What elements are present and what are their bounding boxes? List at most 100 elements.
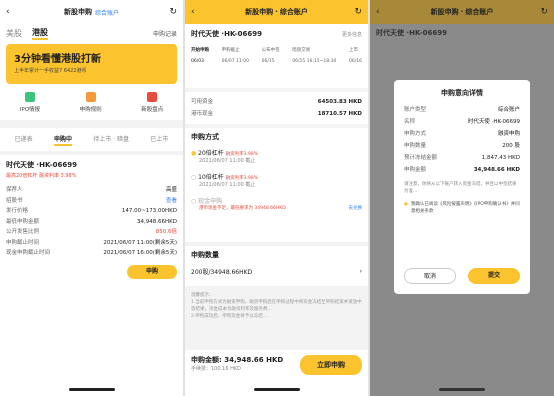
market-tabs: 美股 港股 申购记录 [6,26,177,40]
row-cash-deadline: 现金申购截止时间 2021/06/07 16:00(剩余5天) [6,248,177,259]
ipo-card[interactable]: 时代天使 ·HK-06699 最高20倍杠杆 融资利率 3.98% 保荐人 高盛 … [6,160,177,279]
note-title: 温馨提示： [191,293,214,298]
tab-listed[interactable]: 已上市 [150,134,168,146]
more-info-link[interactable]: 更多信息 [342,31,362,38]
banner-headline: 3分钟看懂港股打新 [14,54,101,65]
agree-checkbox[interactable]: ● 我确认已阅读《风险披露声明》《IPO申购确认书》并同意相关条款 [404,201,520,215]
cash-warning: 港币现金不足，最低要求为 34948.66HKD [199,206,286,211]
row-label: 发行价格 [6,208,29,214]
notes: 温馨提示： 1.当前申购方式为融资申购，融资申购后在申购过程中将资金冻结至申购结… [191,292,362,320]
prospectus-link[interactable]: 查看 [166,196,177,207]
qty-value: 200股/34948.66HKD [191,269,253,276]
option-20x[interactable]: ● 20倍杠杆 融资利率3.98% 2021/06/07 11:00 截止 [191,148,362,164]
avail-label: 可用资金 [191,99,214,105]
promo-banner[interactable]: 3分钟看懂港股打新 上半年累计一手收益7 6422港币 [6,44,177,84]
refresh-icon[interactable]: ↻ [169,7,177,17]
review-icon [147,92,158,102]
checkbox-checked-icon: ● [404,202,408,207]
tab-us[interactable]: 美股 [6,28,22,39]
refresh-icon[interactable]: ↻ [354,7,362,17]
row-value: 34,948.66HKD [137,218,177,225]
detail-rows: 保荐人 高盛 招股书 查看 发行价格 147.00~173.00HKD 最低申购金额 3… [6,185,177,259]
cancel-button[interactable]: 取消 [404,268,456,284]
page-title: 新股申购 [245,8,274,16]
refresh-icon[interactable]: ↻ [540,7,548,17]
option-cash[interactable]: ○ 现金申购 港币现金不足，最低要求为 34948.66HKD 去兑换 [191,196,362,211]
quick-icons: IPO情报 申购规则 新股盘点 [0,92,183,113]
timeline-step: 公布中签 06/15 [261,48,280,64]
hkd-label: 港币现金 [191,111,214,117]
modal-row: 预计冻结金额 1,847.43 HKD [404,155,520,161]
banner-sub: 上半年累计一手收益7 6422港币 [14,68,87,74]
radio-icon: ○ [191,174,197,181]
stock-name: 时代天使 ·HK-06699 [6,161,78,169]
page-title: 新股申购 [430,8,459,16]
page-title: 新股申购 [63,8,92,16]
account-label: 综合账户 [94,9,119,17]
row-label: 现金申购截止时间 [6,250,51,256]
modal-row: 账户类型 综合账户 [404,107,520,113]
timeline: 开始申购 06/03 申购截止 06/07 11:00 公布中签 06/15 暗盘交易… [191,47,362,64]
ipo-info-icon [24,92,35,102]
ipo-info-label: IPO情报 [19,107,41,113]
row-deadline: 申购截止时间 2021/06/07 11:00(剩余5天) [6,238,177,249]
record-link[interactable]: 申购记录 [153,29,177,38]
tab-grey[interactable]: 待上市 · 暗盘 [93,134,129,146]
review-entry[interactable]: 新股盘点 [141,92,163,113]
modal-actions: 取消 提交 [404,268,520,284]
row-price: 发行价格 147.00~173.00HKD [6,206,177,217]
option-date: 2021/06/07 11:00 截止 [199,182,256,188]
exchange-link[interactable]: 去兑换 [349,205,363,211]
phone-confirm-modal: ‹ 新股申购 · 综合账户 ↻ 时代天使 ·HK-06699 申购意向详情 账户类… [370,0,554,396]
confirm-button[interactable]: 提交 [468,268,520,284]
modal-row: 申购数量 200 股 [404,143,520,149]
stock-name: 时代天使 ·HK-06699 [376,29,448,37]
rate-tag: 融资利率 3.98% [38,173,77,179]
row-min: 最低申购金额 34,948.66HKD [6,217,177,228]
rules-icon [85,92,96,102]
modal-title: 申购意向详情 [441,89,483,97]
option-label: 20倍杠杆 [198,150,224,157]
row-label: 招股书 [6,197,23,204]
rules-label: 申购规则 [79,107,102,113]
account-label: 综合账户 [279,8,308,16]
ipo-info-entry[interactable]: IPO情报 [20,92,40,113]
row-label: 公开发售比例 [6,229,40,235]
modal-row: 申购方式 融资申购 [404,131,520,137]
qty-panel: 申购数量 200股/34948.66HKD › [185,246,368,286]
modal-rows: 账户类型 综合账户 名称 时代天使 ·HK-06699 申购方式 融资申购 申购数量 2… [404,104,520,176]
timeline-step: 暗盘交易 06/15 16:15~18:30 [292,48,337,64]
stock-header: 时代天使 ·HK-06699 更多信息 开始申购 06/03 申购截止 06/07 1… [185,24,368,88]
tab-hk[interactable]: 港股 [32,27,48,40]
option-label: 10倍杠杆 [198,174,224,181]
modal-row: 名称 时代天使 ·HK-06699 [404,119,520,125]
divider [0,151,183,155]
back-icon[interactable]: ‹ [376,7,380,17]
back-icon[interactable]: ‹ [6,7,10,17]
timeline-step: 申购截止 06/07 11:00 [221,48,249,64]
tags: 最高20倍杠杆 融资利率 3.98% [6,172,177,179]
row-label: 申购截止时间 [6,239,40,246]
rules-entry[interactable]: 申购规则 [80,92,102,113]
radio-icon: ○ [191,198,197,205]
account-label: 综合账户 [465,8,494,16]
row-value: 850.6倍 [155,229,177,235]
status-tabs: 已递表 申购中 待上市 · 暗盘 已上市 [4,134,179,146]
nav-bar: ‹ 新股申购 · 综合账户 ↻ [370,0,554,24]
timeline-step: 开始申购 06/03 [191,48,209,64]
modal-row: 申购金额 34,948.66 HKD [404,167,520,173]
tab-filed[interactable]: 已递表 [15,134,33,146]
note-text: 1.当前申购方式为融资申购，融资申购后在申购过程中将资金冻结至申购结束并发放中签… [191,300,362,312]
qty-selector[interactable]: 200股/34948.66HKD › [191,267,362,276]
notice-text: 请注意，你将从以下账户转入资金冻结，并且以中签结果为准... [404,182,517,194]
back-icon[interactable]: ‹ [191,7,195,17]
row-sponsor: 保荐人 高盛 [6,185,177,196]
tab-subscribing[interactable]: 申购中 [53,134,72,146]
method-title: 申购方式 [191,133,219,141]
buy-button[interactable]: 申购 [127,264,177,279]
submit-button[interactable]: 立即申购 [300,355,362,375]
home-indicator [68,388,115,391]
row-ratio: 公开发售比例 850.6倍 [6,227,177,238]
option-10x[interactable]: ○ 10倍杠杆 融资利率3.98% 2021/06/07 11:00 截止 [191,172,362,188]
funds-panel: 可用资金 64503.83 HKD 港币现金 18710.57 HKD [185,92,368,124]
